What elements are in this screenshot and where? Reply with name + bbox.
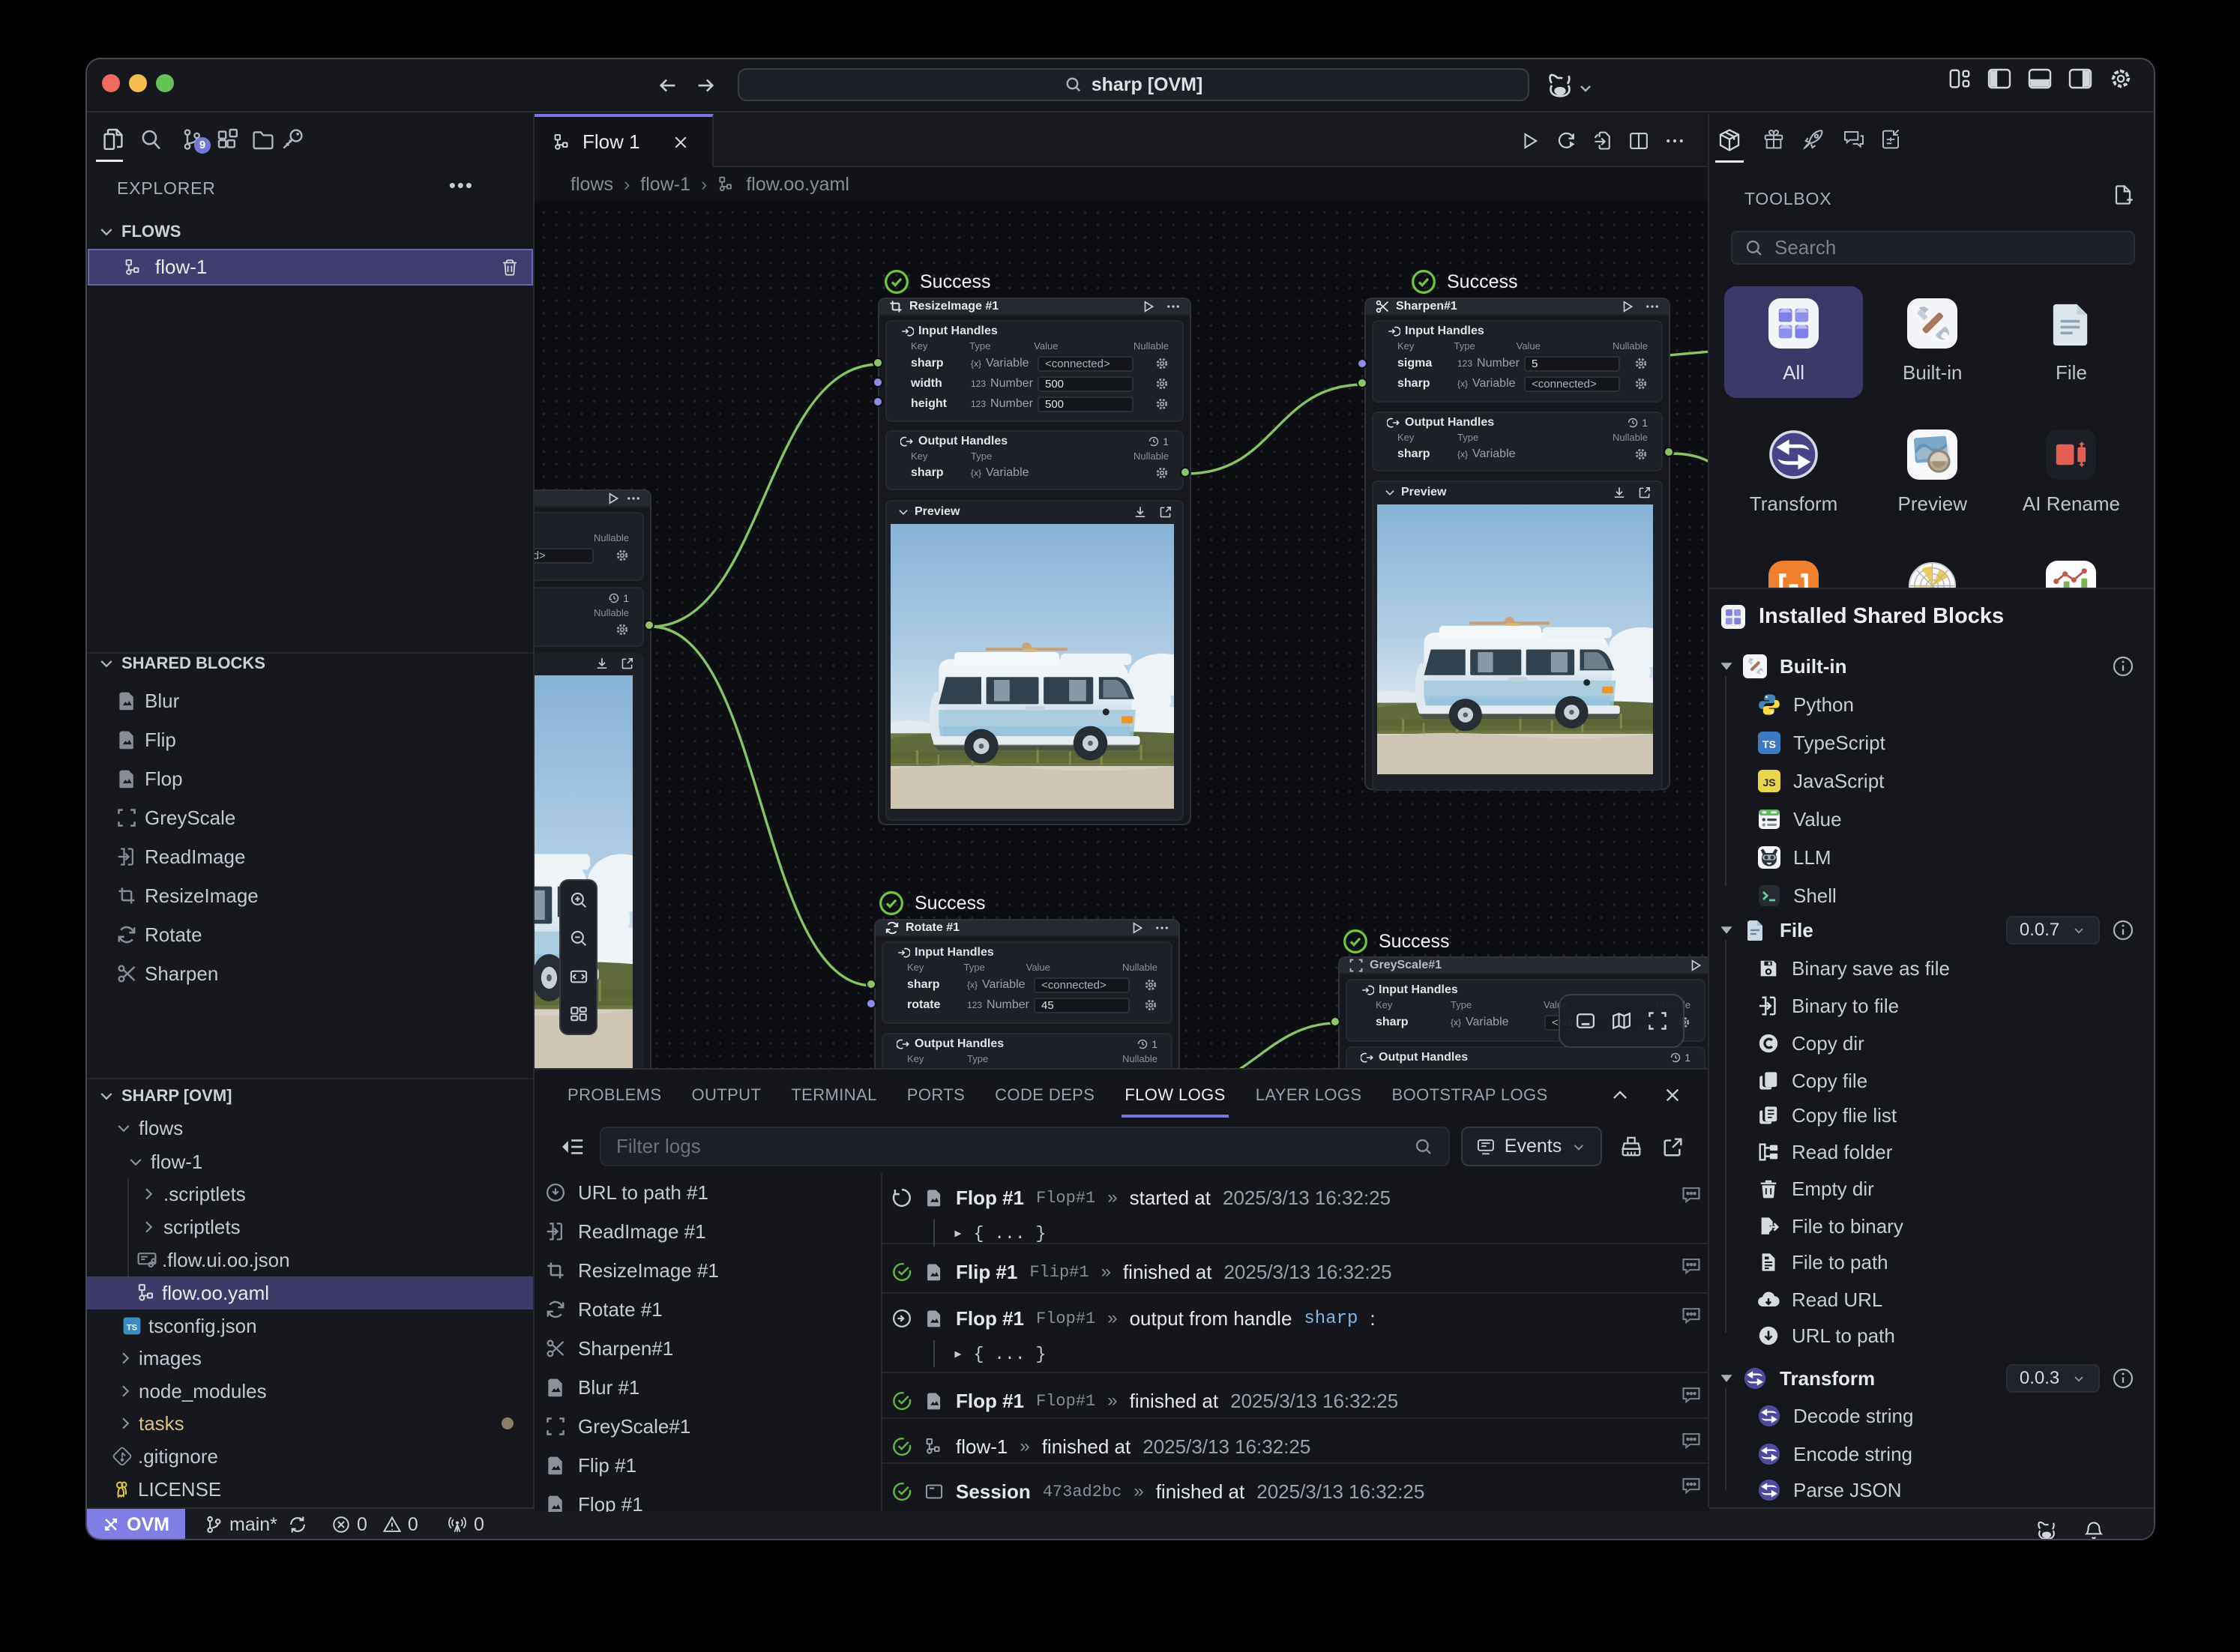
svg-text:TS: TS <box>127 1323 138 1332</box>
svg-text:JS: JS <box>1762 777 1775 789</box>
svg-text:TS: TS <box>1762 738 1776 750</box>
